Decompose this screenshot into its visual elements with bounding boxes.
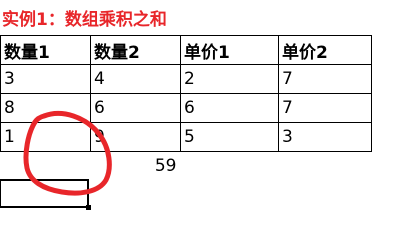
header-cell-price-1[interactable]: 单价1 — [180, 35, 279, 65]
table-row: 1 9 5 3 — [0, 122, 372, 152]
table-row: 3 4 2 7 — [0, 64, 372, 94]
empty-cell[interactable] — [279, 152, 372, 180]
table-cell[interactable]: 2 — [180, 64, 279, 94]
empty-cell[interactable] — [181, 152, 279, 180]
table-cell[interactable]: 6 — [90, 93, 181, 123]
table-cell[interactable]: 8 — [0, 93, 91, 123]
table-cell[interactable]: 4 — [90, 64, 181, 94]
table-cell[interactable]: 1 — [0, 122, 91, 152]
table-row: 8 6 6 7 — [0, 93, 372, 123]
empty-cell[interactable] — [1, 152, 91, 180]
table-cell[interactable]: 6 — [180, 93, 279, 123]
header-cell-price-2[interactable]: 单价2 — [278, 35, 372, 65]
table-cell[interactable]: 7 — [278, 64, 372, 94]
result-cell[interactable]: 59 — [91, 152, 181, 180]
sheet-title: 实例1：数组乘积之和 — [2, 10, 167, 30]
selected-cell-outline[interactable] — [0, 179, 89, 208]
header-cell-quantity-2[interactable]: 数量2 — [90, 35, 181, 65]
result-row: 59 — [1, 152, 372, 180]
table-cell[interactable]: 7 — [278, 93, 372, 123]
table-cell[interactable]: 9 — [90, 122, 181, 152]
table-cell[interactable]: 5 — [180, 122, 279, 152]
table-cell[interactable]: 3 — [0, 64, 91, 94]
spreadsheet-grid: 数量1 数量2 单价1 单价2 3 4 2 7 8 6 6 7 1 9 5 3 … — [0, 35, 372, 179]
header-row: 数量1 数量2 单价1 单价2 — [0, 35, 372, 65]
table-cell[interactable]: 3 — [278, 122, 372, 152]
header-cell-quantity-1[interactable]: 数量1 — [0, 35, 91, 65]
fill-handle[interactable] — [86, 205, 91, 210]
